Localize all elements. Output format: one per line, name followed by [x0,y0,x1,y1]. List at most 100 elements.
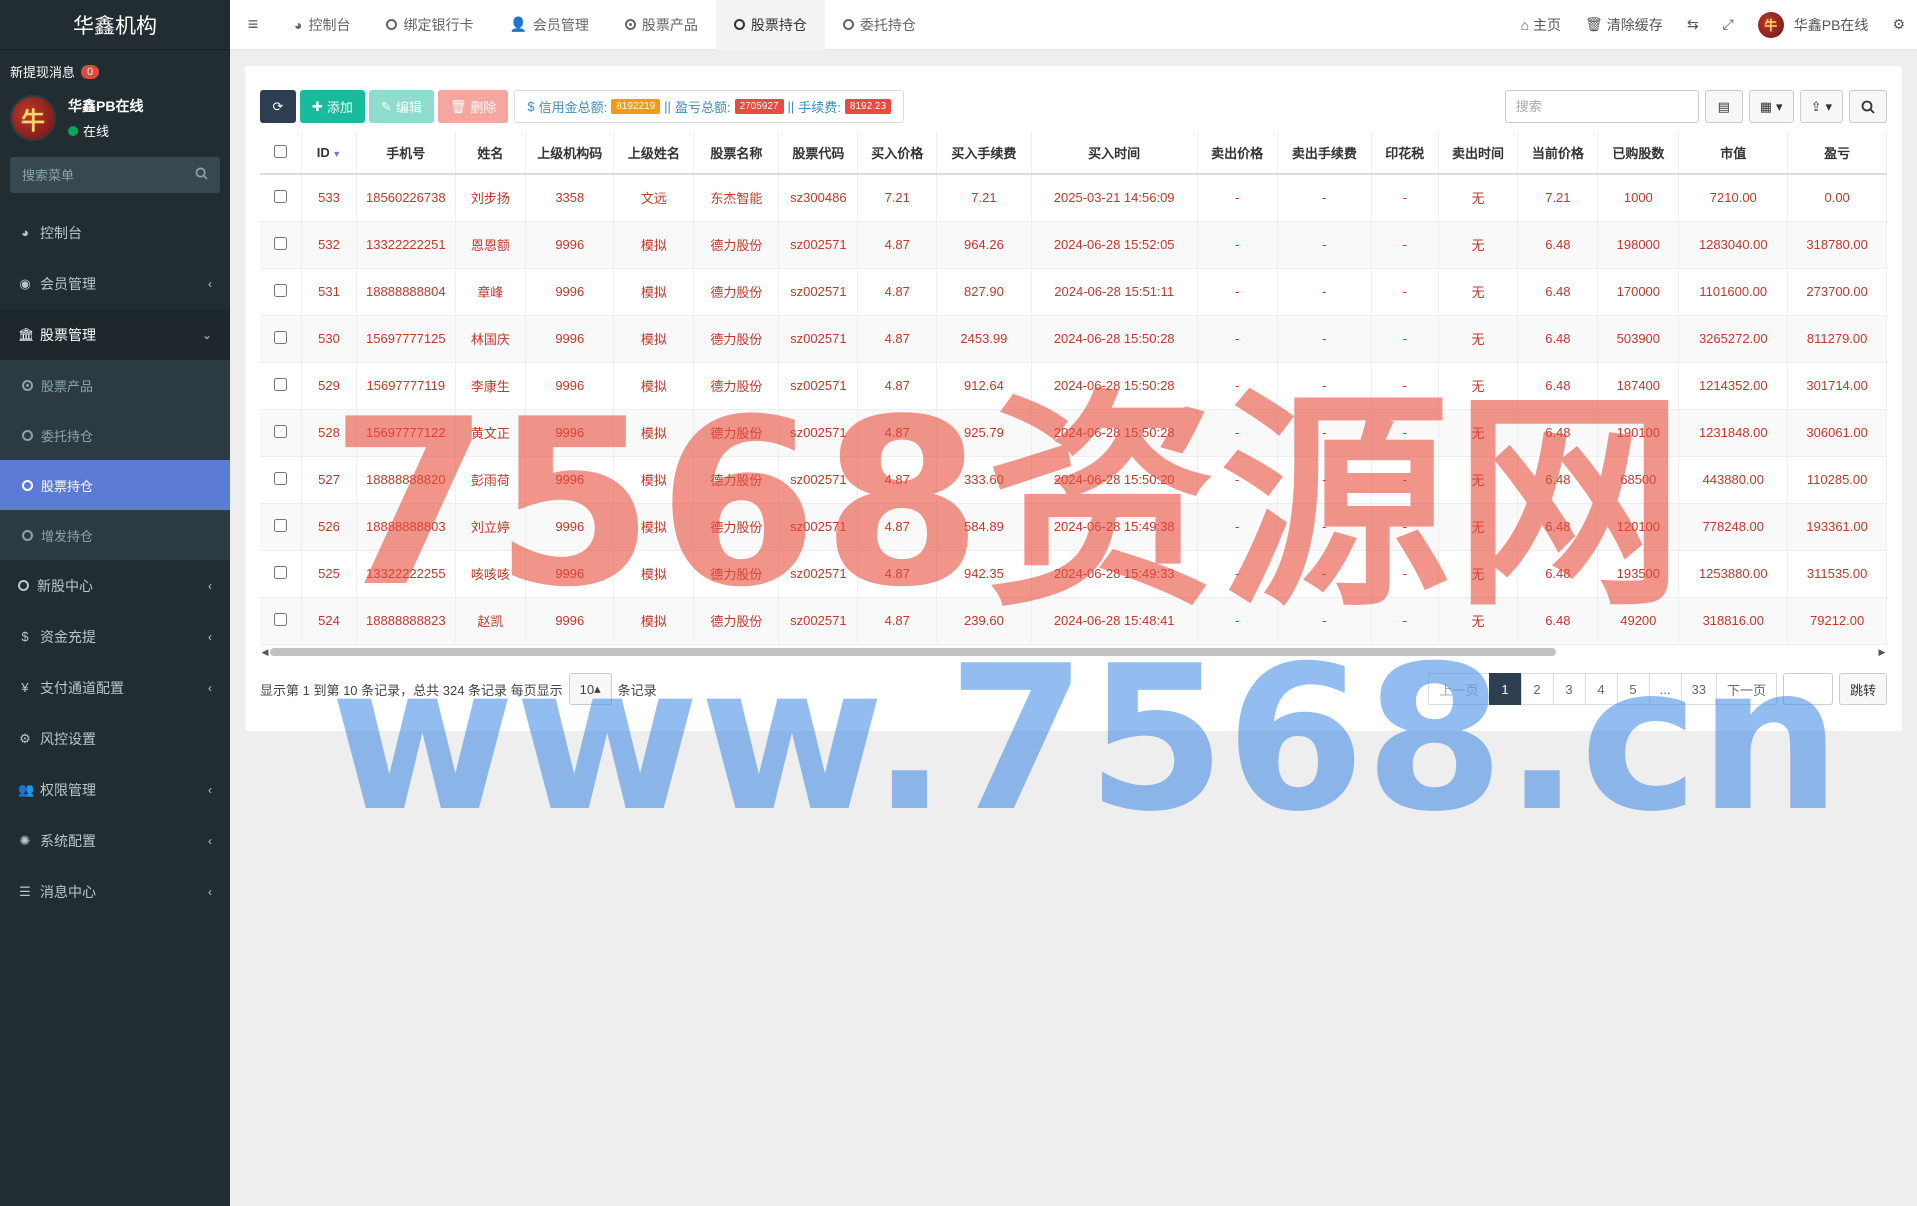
table-row[interactable]: 531 18888888804 章峰 9996 模拟 德力股份 sz002571 4.87 82… [260,268,1887,316]
menu-toggle-icon[interactable]: ≡ [230,14,276,35]
sidebar-item-payment[interactable]: ¥ 支付通道配置 ‹ [0,662,230,713]
row-checkbox[interactable] [274,565,287,579]
table-row[interactable]: 529 15697777119 李康生 9996 模拟 德力股份 sz002571 4.87 9… [260,362,1887,410]
columns-button[interactable]: ▦ ▾ [1748,90,1794,123]
column-header-id[interactable]: ID ▼ [301,132,358,175]
edit-button[interactable]: ✎ 编辑 [368,90,434,123]
sidebar-item-ipo[interactable]: 新股中心 ‹ [0,560,230,611]
tab-bind-bank-card[interactable]: 绑定银行卡 [368,0,491,50]
table-row[interactable]: 533 18560226738 刘步扬 3358 文远 东杰智能 sz300486 7.21 7… [260,174,1887,222]
row-checkbox[interactable] [274,283,287,297]
table-row[interactable]: 528 15697777122 黄文正 9996 模拟 德力股份 sz002571 4.87 9… [260,409,1887,457]
row-checkbox[interactable] [274,236,287,250]
row-checkbox[interactable] [274,330,287,344]
table-row[interactable]: 525 13322222255 咳咳咳 9996 模拟 德力股份 sz002571 4.87 9… [260,550,1887,598]
scroll-left-arrow-icon[interactable]: ◀ [260,647,270,658]
row-checkbox[interactable] [274,377,287,391]
page-number-button[interactable]: 3 [1552,673,1586,705]
pager: 上一页 1 2 3 4 5... 33 下一页 跳转 [1428,673,1887,705]
sidebar-item-stocks[interactable]: 🏛 股票管理 ⌄ [0,309,230,360]
tab-stock-products[interactable]: 股票产品 [607,0,716,50]
sidebar-item-members[interactable]: ◉ 会员管理 ‹ [0,258,230,309]
scroll-right-arrow-icon[interactable]: ▶ [1877,647,1887,658]
cell-stock-name: 德力股份 [693,550,780,598]
sidebar-item-dashboard[interactable]: ◕ 控制台 [0,207,230,258]
search-icon[interactable] [195,167,208,183]
export-button[interactable]: ⇪ ▾ [1799,90,1843,123]
sidebar-item-funds[interactable]: $ 资金充提 ‹ [0,611,230,662]
table-row[interactable]: 524 18888888823 赵凯 9996 模拟 德力股份 sz002571 4.87 23… [260,597,1887,645]
cell-buy-fee: 942.35 [936,550,1032,598]
clear-cache-button[interactable]: 🗑 清除缓存 [1573,15,1675,35]
cell-stock-name: 德力股份 [693,503,780,551]
cell-id: 525 [301,550,358,598]
page-number-button[interactable]: 4 [1584,673,1618,705]
sidebar-search-input[interactable] [22,167,172,183]
table-row[interactable]: 527 18888888820 彭雨荷 9996 模拟 德力股份 sz002571 4.87 3… [260,456,1887,504]
cell-buy-time: 2024-06-28 15:52:05 [1031,221,1198,269]
prev-page-button[interactable]: 上一页 [1428,673,1490,705]
trash-icon: 🗑 [1585,16,1603,32]
sidebar-item-holdings[interactable]: 股票持仓 [0,460,230,510]
sidebar-item-stock-products[interactable]: 股票产品 [0,360,230,410]
language-icon[interactable]: ⇆ [1675,16,1711,33]
user-menu[interactable]: 牛华鑫PB在线 [1746,11,1881,38]
settings-gears-icon[interactable]: ⚙ [1880,16,1917,33]
cell-sell-time: 无 [1438,362,1519,410]
scroll-thumb[interactable] [270,648,1556,656]
sidebar-item-messages[interactable]: ☰ 消息中心 ‹ [0,866,230,917]
edit-label: 编辑 [395,100,422,115]
cell-sell-price: - [1197,409,1278,457]
sidebar-item-placement[interactable]: 增发持仓 [0,510,230,560]
brand-logo[interactable]: 华鑫机构 [0,0,230,50]
scroll-track[interactable] [270,648,1877,656]
advanced-search-button[interactable] [1849,90,1887,123]
jump-page-input[interactable] [1782,673,1833,705]
page-number-button[interactable]: 5 [1616,673,1650,705]
pagination-bar: 显示第 1 到第 10 条记录，总共 324 条记录 每页显示 10 ▴ 条记录 … [260,672,1887,706]
sidebar-item-sysconf[interactable]: ✺ 系统配置 ‹ [0,815,230,866]
add-button[interactable]: ✚ 添加 [300,90,365,123]
cell-name: 赵凯 [455,597,527,645]
tab-stock-holdings[interactable]: 股票持仓 [715,0,825,50]
next-page-button[interactable]: 下一页 [1715,673,1777,705]
cell-current-price: 6.48 [1517,362,1599,410]
cell-buy-fee: 7.21 [936,174,1032,222]
row-checkbox[interactable] [274,518,287,532]
jump-button[interactable]: 跳转 [1838,673,1887,705]
row-checkbox[interactable] [274,612,287,626]
page-size-select[interactable]: 10 ▴ [568,673,612,705]
page-number-button[interactable]: 1 [1488,673,1522,705]
delete-button[interactable]: 🗑 删除 [437,90,509,123]
toggle-view-button[interactable]: ▤ [1704,90,1743,123]
table-row[interactable]: 530 15697777125 林国庆 9996 模拟 德力股份 sz002571 4.87 2… [260,315,1887,363]
row-checkbox[interactable] [274,471,287,485]
cell-shares: 120100 [1597,503,1680,551]
sidebar-item-permissions[interactable]: 👥 权限管理 ‹ [0,764,230,815]
table-search-input[interactable] [1504,90,1699,123]
column-header-stock-name: 股票名称 [693,132,780,175]
row-checkbox[interactable] [274,424,287,438]
chevron-left-icon: ‹ [208,782,212,797]
tab-members[interactable]: 👤 会员管理 [491,0,606,50]
sidebar-item-entrust[interactable]: 委托持仓 [0,410,230,460]
withdraw-notice[interactable]: 新提现消息 0 [0,50,230,87]
refresh-button[interactable]: ⟳ [260,90,296,123]
circle-icon [22,479,33,491]
tab-entrust[interactable]: 委托持仓 [825,0,934,50]
page-number-button[interactable]: 2 [1520,673,1554,705]
row-checkbox[interactable] [274,189,287,203]
cell-id: 531 [301,268,358,316]
tab-dashboard[interactable]: ◕ 控制台 [276,0,368,50]
fullscreen-icon[interactable]: ⤢ [1711,16,1746,33]
cell-stamp-duty: - [1371,268,1439,316]
sort-desc-icon[interactable]: ▼ [330,149,341,159]
page-number-button[interactable]: 33 [1680,673,1717,705]
horizontal-scrollbar[interactable]: ◀ ▶ [260,646,1887,658]
select-all-checkbox[interactable] [274,144,287,158]
home-link[interactable]: ⌂ 主页 [1509,15,1573,35]
sidebar-item-risk[interactable]: ⚙ 风控设置 [0,713,230,764]
cell-stamp-duty: - [1371,315,1439,363]
table-row[interactable]: 532 13322222251 恩恩额 9996 模拟 德力股份 sz002571 4.87 9… [260,221,1887,269]
table-row[interactable]: 526 18888888803 刘立婷 9996 模拟 德力股份 sz002571 4.87 5… [260,503,1887,551]
